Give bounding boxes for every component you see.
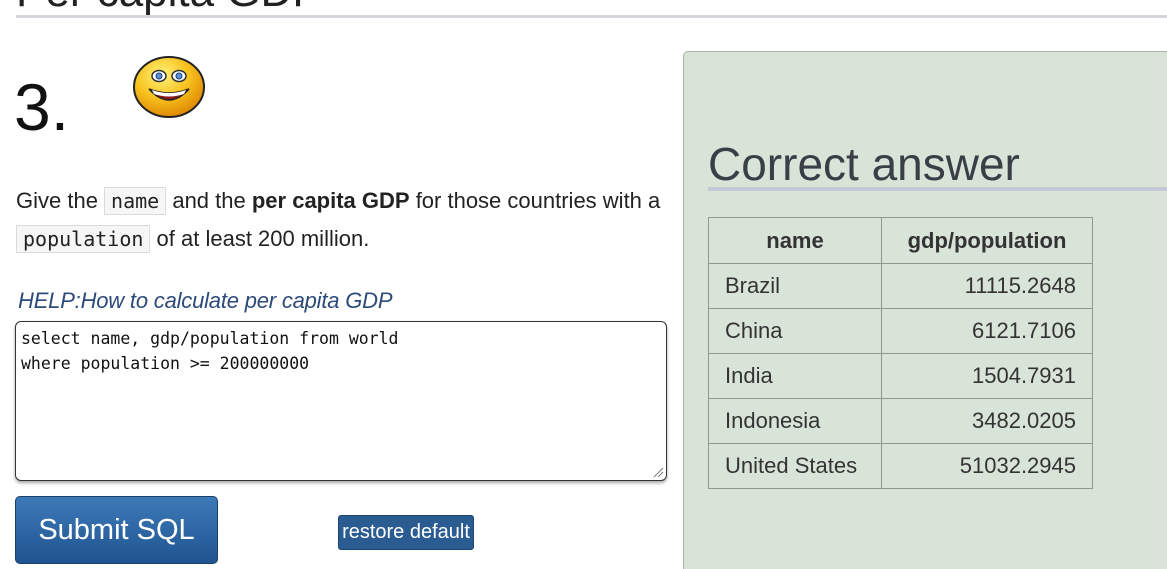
gdp-per-capita-cell: 11115.2648	[881, 263, 1093, 309]
question-text-part: and the	[166, 188, 252, 213]
table-row: China 6121.7106	[708, 308, 1093, 354]
table-row: Brazil 11115.2648	[708, 263, 1093, 309]
smiley-face-icon	[133, 56, 205, 118]
answer-title-rule	[708, 187, 1167, 191]
resize-grip-icon[interactable]	[653, 467, 664, 478]
column-header: gdp/population	[881, 217, 1093, 264]
answer-table: name gdp/population Brazil 11115.2648 Ch…	[708, 217, 1093, 489]
gdp-per-capita-cell: 1504.7931	[881, 353, 1093, 399]
question-text-part: of at least 200 million.	[150, 226, 370, 251]
answer-title: Correct answer	[708, 138, 1020, 190]
country-name-cell: Indonesia	[708, 398, 882, 444]
country-name-cell: Brazil	[708, 263, 882, 309]
country-name-cell: China	[708, 308, 882, 354]
page: Per capita GDP 3. Give the name and the …	[0, 0, 1167, 569]
table-row: Indonesia 3482.0205	[708, 398, 1093, 444]
table-row: United States 51032.2945	[708, 443, 1093, 489]
heading-rule	[16, 15, 1167, 18]
sql-editor[interactable]: select name, gdp/population from world w…	[15, 321, 667, 481]
question-text-part: Give the	[16, 188, 105, 213]
code-name: name	[104, 187, 167, 215]
table-row: India 1504.7931	[708, 353, 1093, 399]
question-number: 3.	[14, 70, 70, 144]
country-name-cell: India	[708, 353, 882, 399]
page-heading: Per capita GDP	[16, 0, 322, 14]
help-link[interactable]: HELP:How to calculate per capita GDP	[18, 288, 393, 314]
question-text: Give the name and the per capita GDP for…	[16, 182, 666, 258]
gdp-per-capita-cell: 6121.7106	[881, 308, 1093, 354]
gdp-per-capita-cell: 51032.2945	[881, 443, 1093, 489]
code-population: population	[16, 225, 151, 253]
question-text-part: for those countries with a	[409, 188, 661, 213]
submit-sql-button[interactable]: Submit SQL	[15, 496, 218, 564]
column-header: name	[708, 217, 882, 264]
per-capita-gdp-emphasis: per capita GDP	[251, 188, 410, 213]
country-name-cell: United States	[708, 443, 882, 489]
restore-default-button[interactable]: restore default	[338, 515, 474, 550]
table-header-row: name gdp/population	[708, 217, 1093, 264]
answer-panel: Correct answer name gdp/population Brazi…	[683, 51, 1167, 569]
gdp-per-capita-cell: 3482.0205	[881, 398, 1093, 444]
